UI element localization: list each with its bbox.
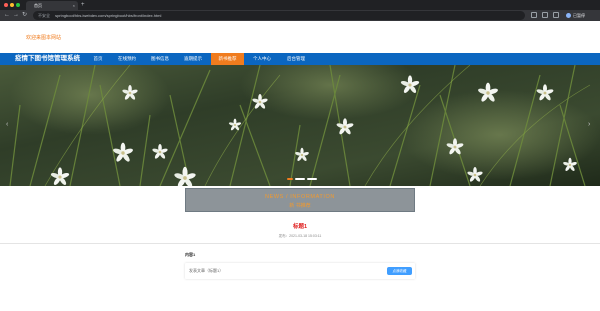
- minimize-window-button[interactable]: [10, 3, 14, 7]
- article-publish-time: 发布：2021-03-18 15:03:11: [278, 234, 322, 238]
- bookmark-icon[interactable]: [542, 12, 548, 18]
- security-label[interactable]: 不安全: [38, 13, 50, 18]
- back-icon[interactable]: ←: [4, 11, 10, 20]
- content-text: 发表文章（标题1）: [189, 268, 224, 273]
- avatar: [566, 13, 571, 19]
- news-header-en: NEWS / INFORMATION: [265, 194, 335, 200]
- address-bar[interactable]: 不安全 springboot/hbs.iwebdev.com/springboo…: [33, 11, 525, 20]
- browser-tab-title: 首页: [34, 3, 42, 8]
- news-header-cn: 新 书推荐: [289, 203, 311, 209]
- news-header-box: NEWS / INFORMATION 新 书推荐: [185, 188, 415, 212]
- collect-button[interactable]: 点我收藏: [387, 267, 412, 275]
- nav-item-book-info[interactable]: 图书信息: [146, 53, 174, 65]
- reload-icon[interactable]: ↻: [22, 11, 27, 20]
- main-navbar: 疫情下图书馆管理系统 首页 在线预约 图书信息 逾期提示 新书推荐 个人中心 后…: [0, 53, 600, 65]
- new-tab-button[interactable]: +: [81, 1, 85, 9]
- carousel-prev-icon[interactable]: ‹: [6, 121, 8, 128]
- extension-icon[interactable]: [531, 12, 537, 18]
- divider: [0, 243, 600, 244]
- content-card: 发表文章（标题1） 点我收藏: [185, 263, 415, 279]
- content-label: 内容1: [185, 252, 196, 257]
- banner-image: [0, 65, 600, 186]
- site-title: 疫情下图书馆管理系统: [15, 55, 80, 62]
- carousel-next-icon[interactable]: ›: [588, 121, 590, 128]
- browser-toolbar: ← → ↻ 不安全 springboot/hbs.iwebdev.com/spr…: [0, 10, 600, 21]
- nav-item-reservation[interactable]: 在线预约: [113, 53, 141, 65]
- carousel-indicator[interactable]: [307, 178, 317, 180]
- sidepanel-icon[interactable]: [553, 12, 559, 18]
- nav-item-new-books[interactable]: 新书推荐: [211, 53, 244, 65]
- nav-item-overdue[interactable]: 逾期提示: [179, 53, 207, 65]
- nav-item-profile[interactable]: 个人中心: [248, 53, 276, 65]
- nav-item-home[interactable]: 首页: [88, 53, 108, 65]
- browser-tab-bar: 首页 × +: [0, 0, 600, 10]
- banner-carousel[interactable]: ‹ ›: [0, 65, 600, 186]
- browser-tab[interactable]: 首页 ×: [26, 1, 78, 10]
- close-window-button[interactable]: [4, 3, 8, 7]
- profile-label: 已暂停: [573, 13, 585, 18]
- carousel-indicator[interactable]: [287, 178, 293, 180]
- close-tab-icon[interactable]: ×: [73, 1, 75, 10]
- welcome-text: 欢迎来图本网站: [26, 35, 62, 41]
- url-text: springboot/hbs.iwebdev.com/springboot/hb…: [55, 13, 162, 18]
- carousel-indicator[interactable]: [295, 178, 305, 180]
- profile-button[interactable]: 已暂停: [566, 11, 585, 20]
- nav-item-admin[interactable]: 后台管理: [282, 53, 310, 65]
- maximize-window-button[interactable]: [16, 3, 20, 7]
- forward-icon[interactable]: →: [13, 11, 19, 20]
- article-title: 标题1: [292, 224, 308, 230]
